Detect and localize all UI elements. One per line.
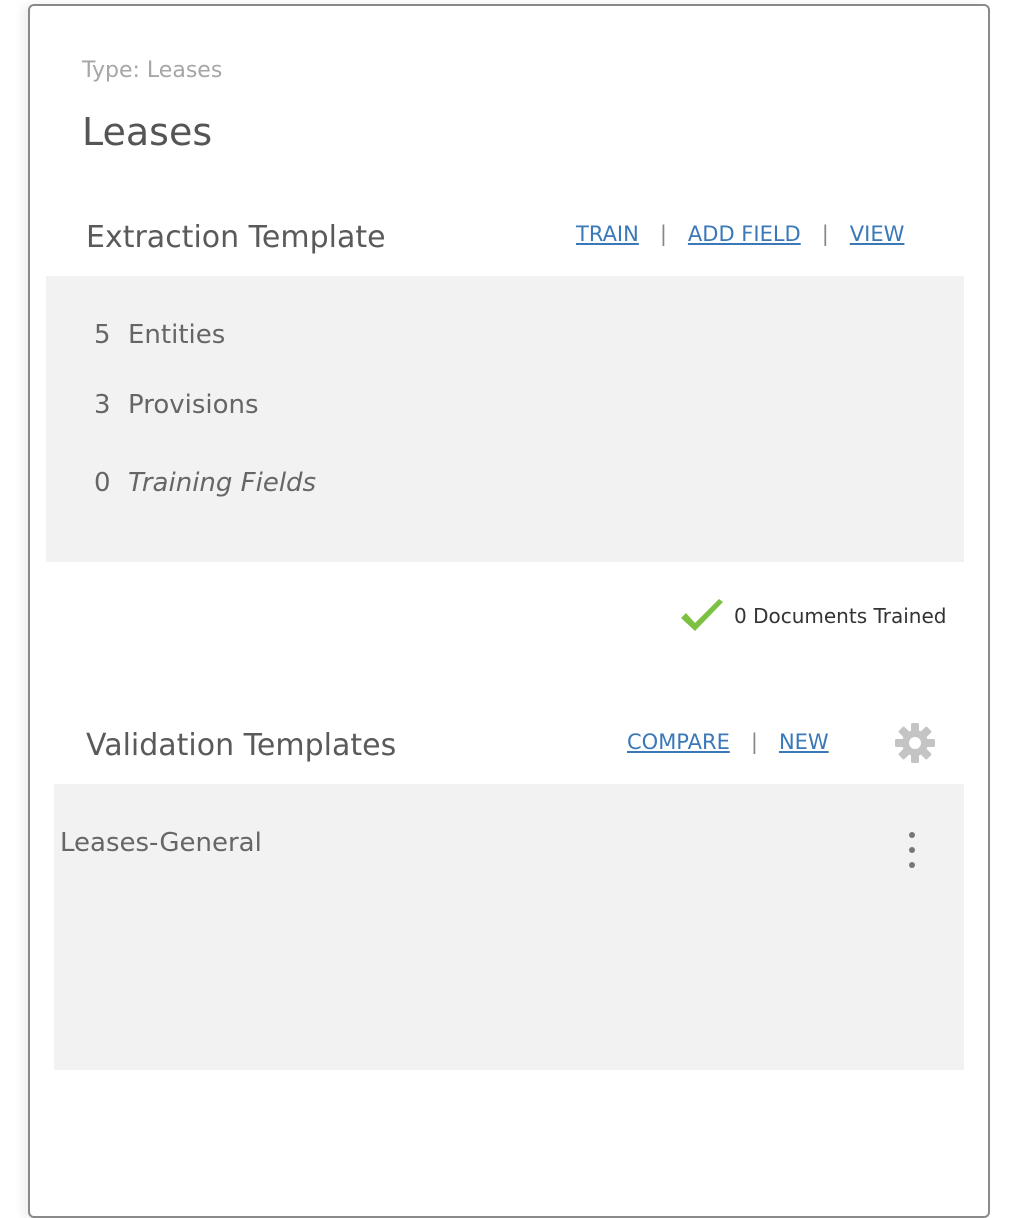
stat-label: Provisions: [128, 390, 259, 420]
validation-templates-title: Validation Templates: [86, 728, 397, 763]
check-icon: [681, 599, 723, 631]
list-item[interactable]: Leases-General: [60, 828, 262, 858]
stat-count: 0: [94, 468, 111, 498]
extraction-stats-panel: 5 Entities 3 Provisions 0 Training Fields: [46, 276, 964, 562]
new-link[interactable]: NEW: [779, 730, 829, 754]
kebab-dot: [909, 832, 915, 838]
documents-trained-status: 0 Documents Trained: [678, 596, 946, 636]
stat-count: 5: [94, 320, 111, 350]
validation-templates-list: Leases-General: [54, 784, 964, 1070]
extraction-actions: TRAIN | ADD FIELD | VIEW: [576, 222, 904, 246]
page-title: Leases: [82, 110, 213, 154]
stat-entities: 5 Entities: [94, 320, 225, 350]
documents-trained-text: 0 Documents Trained: [734, 604, 947, 628]
stat-label: Entities: [128, 320, 226, 350]
kebab-icon[interactable]: [907, 832, 917, 868]
train-link[interactable]: TRAIN: [576, 222, 639, 246]
separator: |: [821, 222, 829, 246]
stat-provisions: 3 Provisions: [94, 390, 259, 420]
kebab-dot: [909, 862, 915, 868]
stat-count: 3: [94, 390, 111, 420]
separator: |: [750, 730, 758, 754]
separator: |: [659, 222, 667, 246]
template-card: Type: Leases Leases Extraction Template …: [28, 4, 990, 1218]
stat-training-fields: 0 Training Fields: [94, 468, 316, 498]
compare-link[interactable]: COMPARE: [627, 730, 730, 754]
stat-label: Training Fields: [128, 468, 317, 498]
kebab-dot: [909, 847, 915, 853]
validation-actions: COMPARE | NEW: [627, 730, 829, 754]
view-link[interactable]: VIEW: [850, 222, 905, 246]
add-field-link[interactable]: ADD FIELD: [688, 222, 801, 246]
extraction-template-title: Extraction Template: [86, 220, 386, 255]
gear-icon[interactable]: [894, 722, 936, 764]
type-label: Type: Leases: [82, 58, 223, 83]
